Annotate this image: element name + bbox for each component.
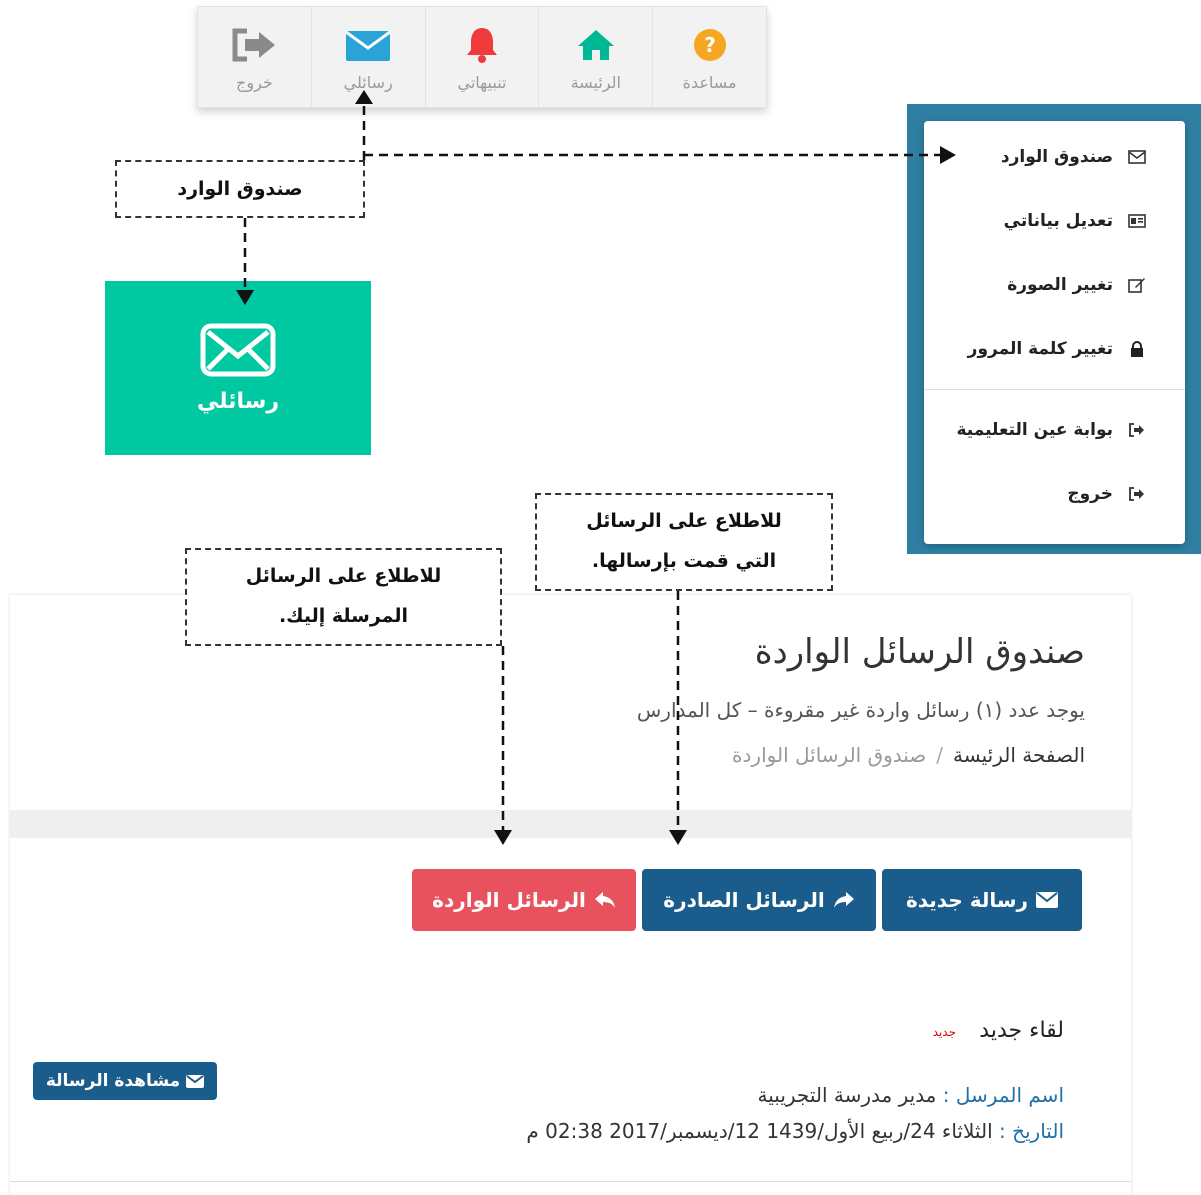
arrowhead-toolbar xyxy=(355,90,373,104)
arrowhead-tile xyxy=(236,290,254,305)
annotation-arrows xyxy=(236,90,956,845)
arrowhead-inbox xyxy=(494,830,512,845)
arrowhead-sent xyxy=(669,830,687,845)
arrowhead-menu xyxy=(940,146,956,164)
